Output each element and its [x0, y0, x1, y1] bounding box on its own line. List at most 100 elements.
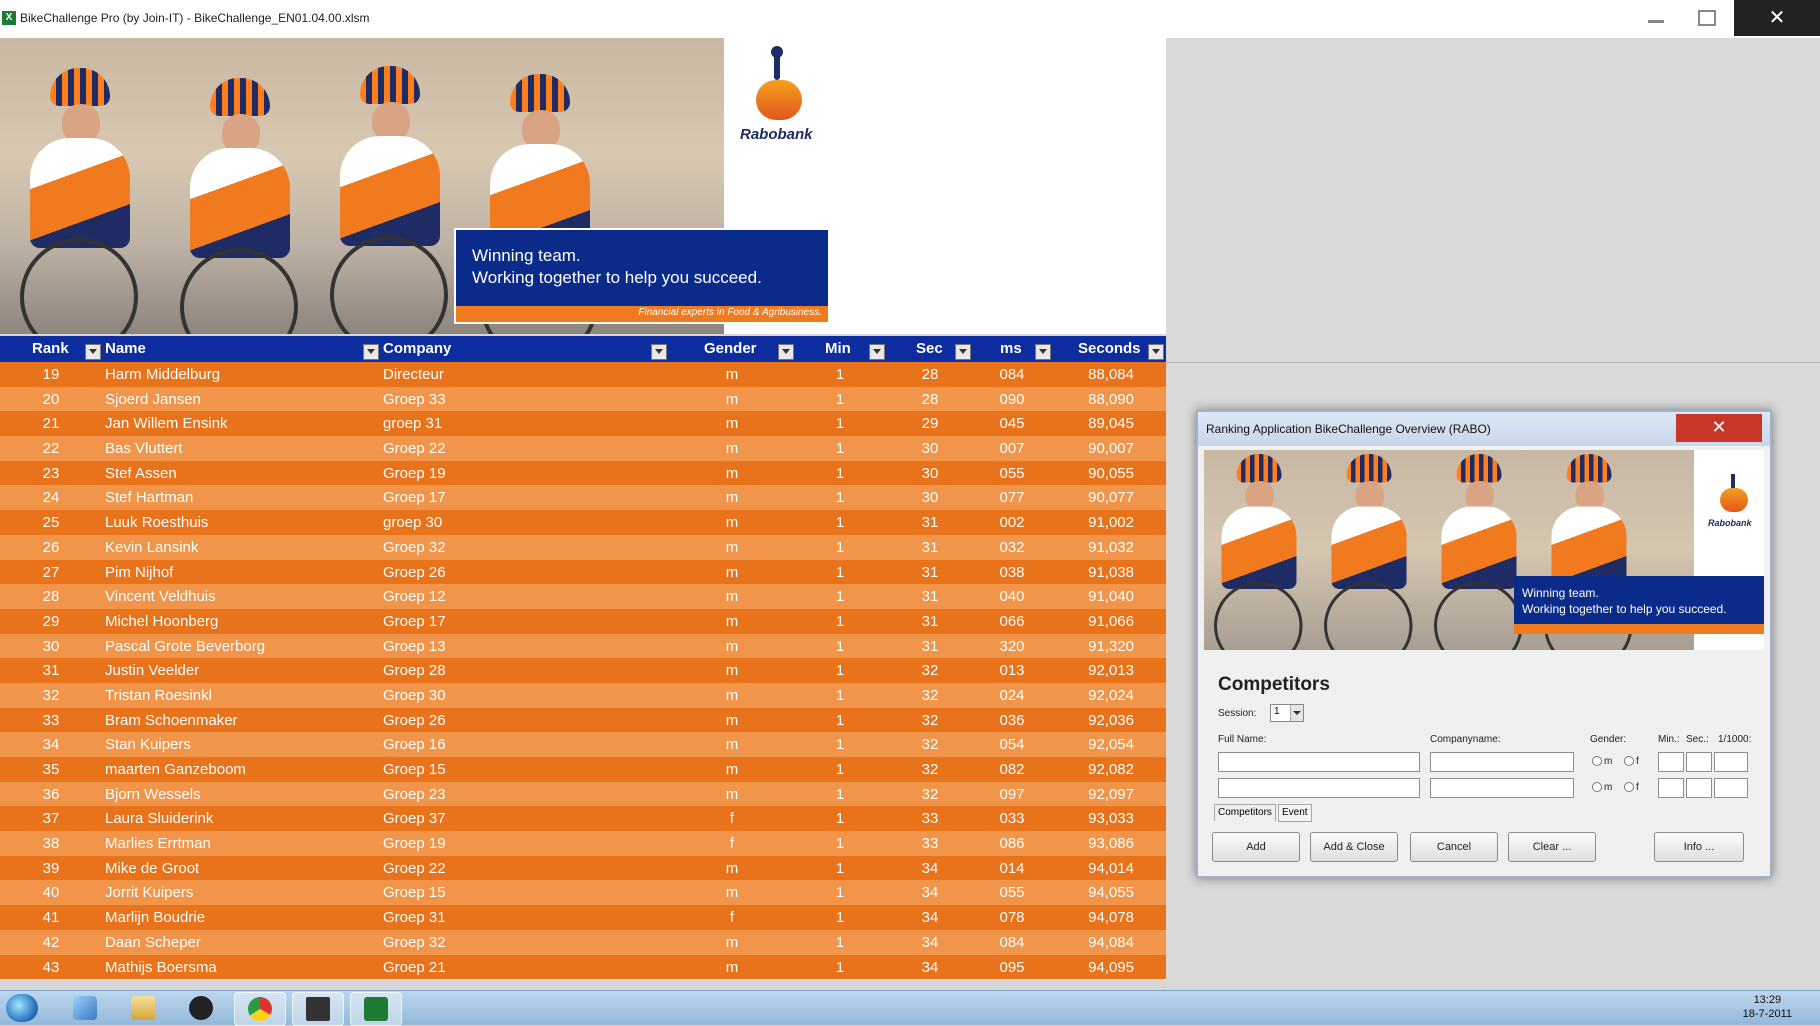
cell-sec[interactable]: 30 — [918, 440, 942, 457]
cell-gender[interactable]: f — [722, 909, 742, 926]
cell-company[interactable]: Groep 15 — [383, 761, 446, 778]
cell-rank[interactable]: 34 — [36, 736, 66, 753]
tab-event[interactable]: Event — [1278, 804, 1312, 822]
cell-name[interactable]: Pascal Grote Beverborg — [105, 638, 265, 655]
cell-sec[interactable]: 32 — [918, 761, 942, 778]
ms-input[interactable] — [1714, 778, 1748, 798]
cell-company[interactable]: Groep 22 — [383, 860, 446, 877]
filter-dropdown-icon[interactable] — [651, 344, 667, 360]
cell-gender[interactable]: m — [722, 860, 742, 877]
cell-company[interactable]: Groep 33 — [383, 391, 446, 408]
cell-sec[interactable]: 34 — [918, 860, 942, 877]
cell-rank[interactable]: 43 — [36, 959, 66, 976]
cell-company[interactable]: groep 30 — [383, 514, 442, 531]
cell-name[interactable]: Jorrit Kuipers — [105, 884, 193, 901]
gender-f-radio[interactable] — [1624, 756, 1634, 766]
cell-name[interactable]: Bjorn Wessels — [105, 786, 201, 803]
cell-rank[interactable]: 24 — [36, 489, 66, 506]
cell-min[interactable]: 1 — [830, 613, 850, 630]
companyname-input[interactable] — [1430, 752, 1574, 772]
table-row[interactable]: 34 Stan Kuipers Groep 16 m 1 32 054 92,054 — [0, 732, 1166, 757]
table-row[interactable]: 24 Stef Hartman Groep 17 m 1 30 077 90,077 — [0, 485, 1166, 511]
cell-sec[interactable]: 32 — [918, 712, 942, 729]
cell-company[interactable]: Groep 30 — [383, 687, 446, 704]
table-row[interactable]: 31 Justin Veelder Groep 28 m 1 32 013 92,013 — [0, 658, 1166, 683]
table-row[interactable]: 25 Luuk Roesthuis groep 30 m 1 31 002 91,002 — [0, 510, 1166, 535]
cell-name[interactable]: Harm Middelburg — [105, 366, 220, 383]
cell-company[interactable]: Groep 13 — [383, 638, 446, 655]
cell-gender[interactable]: m — [722, 736, 742, 753]
clear-button[interactable]: Clear ... — [1508, 832, 1596, 862]
cell-min[interactable]: 1 — [830, 687, 850, 704]
cell-gender[interactable]: m — [722, 613, 742, 630]
cell-name[interactable]: Pim Nijhof — [105, 564, 173, 581]
cell-seconds[interactable]: 91,032 — [1074, 539, 1134, 556]
start-button-icon[interactable] — [6, 994, 38, 1022]
cell-sec[interactable]: 33 — [918, 835, 942, 852]
cell-ms[interactable]: 086 — [996, 835, 1028, 852]
min-input[interactable] — [1658, 778, 1684, 798]
session-select[interactable]: 1 — [1270, 704, 1304, 722]
table-row[interactable]: 23 Stef Assen Groep 19 m 1 30 055 90,055 — [0, 460, 1166, 486]
cell-rank[interactable]: 36 — [36, 786, 66, 803]
cell-ms[interactable]: 038 — [996, 564, 1028, 581]
cell-min[interactable]: 1 — [830, 909, 850, 926]
table-row[interactable]: 28 Vincent Veldhuis Groep 12 m 1 31 040 91,040 — [0, 584, 1166, 609]
cell-sec[interactable]: 30 — [918, 489, 942, 506]
cell-sec[interactable]: 34 — [918, 909, 942, 926]
cell-name[interactable]: Tristan Roesinkl — [105, 687, 212, 704]
tab-competitors[interactable]: Competitors — [1214, 804, 1276, 821]
cell-rank[interactable]: 40 — [36, 884, 66, 901]
fullname-input[interactable] — [1218, 752, 1420, 772]
filter-dropdown-icon[interactable] — [869, 344, 885, 360]
maximize-button[interactable] — [1684, 0, 1728, 36]
filter-dropdown-icon[interactable] — [85, 344, 101, 360]
cell-gender[interactable]: m — [722, 415, 742, 432]
cell-ms[interactable]: 024 — [996, 687, 1028, 704]
table-row[interactable]: 38 Marlies Errtman Groep 19 f 1 33 086 93,086 — [0, 831, 1166, 856]
cell-ms[interactable]: 002 — [996, 514, 1028, 531]
cell-name[interactable]: Vincent Veldhuis — [105, 588, 216, 605]
cell-seconds[interactable]: 88,084 — [1074, 366, 1134, 383]
cell-rank[interactable]: 22 — [36, 440, 66, 457]
cell-company[interactable]: Groep 31 — [383, 909, 446, 926]
cell-min[interactable]: 1 — [830, 440, 850, 457]
cell-company[interactable]: Groep 23 — [383, 786, 446, 803]
cell-ms[interactable]: 066 — [996, 613, 1028, 630]
cell-name[interactable]: Sjoerd Jansen — [105, 391, 201, 408]
ms-input[interactable] — [1714, 752, 1748, 772]
cell-min[interactable]: 1 — [830, 959, 850, 976]
cell-gender[interactable]: m — [722, 934, 742, 951]
cell-company[interactable]: Groep 19 — [383, 465, 446, 482]
gender-m-radio[interactable] — [1592, 782, 1602, 792]
cell-company[interactable]: Groep 12 — [383, 588, 446, 605]
filter-dropdown-icon[interactable] — [1148, 344, 1164, 360]
cell-rank[interactable]: 38 — [36, 835, 66, 852]
taskbar-app-tool[interactable] — [60, 992, 110, 1024]
cell-company[interactable]: Groep 17 — [383, 489, 446, 506]
cell-ms[interactable]: 077 — [996, 489, 1028, 506]
cell-name[interactable]: Kevin Lansink — [105, 539, 198, 556]
cell-gender[interactable]: m — [722, 588, 742, 605]
taskbar-app-excel[interactable] — [350, 992, 402, 1026]
cell-rank[interactable]: 25 — [36, 514, 66, 531]
table-row[interactable]: 29 Michel Hoonberg Groep 17 m 1 31 066 91,066 — [0, 608, 1166, 634]
cell-seconds[interactable]: 91,038 — [1074, 564, 1134, 581]
cell-ms[interactable]: 084 — [996, 366, 1028, 383]
table-row[interactable]: 32 Tristan Roesinkl Groep 30 m 1 32 024 92,024 — [0, 682, 1166, 708]
cell-min[interactable]: 1 — [830, 712, 850, 729]
cell-rank[interactable]: 29 — [36, 613, 66, 630]
dialog-close-button[interactable]: ✕ — [1676, 414, 1762, 442]
cell-ms[interactable]: 090 — [996, 391, 1028, 408]
table-row[interactable]: 33 Bram Schoenmaker Groep 26 m 1 32 036 92,036 — [0, 707, 1166, 733]
table-row[interactable]: 39 Mike de Groot Groep 22 m 1 34 014 94,014 — [0, 855, 1166, 881]
table-row[interactable]: 27 Pim Nijhof Groep 26 m 1 31 038 91,038 — [0, 559, 1166, 585]
cell-rank[interactable]: 20 — [36, 391, 66, 408]
table-row[interactable]: 36 Bjorn Wessels Groep 23 m 1 32 097 92,097 — [0, 781, 1166, 807]
cell-ms[interactable]: 033 — [996, 810, 1028, 827]
filter-dropdown-icon[interactable] — [363, 344, 379, 360]
cell-company[interactable]: Groep 21 — [383, 959, 446, 976]
cell-ms[interactable]: 084 — [996, 934, 1028, 951]
cell-sec[interactable]: 31 — [918, 613, 942, 630]
cell-seconds[interactable]: 91,066 — [1074, 613, 1134, 630]
